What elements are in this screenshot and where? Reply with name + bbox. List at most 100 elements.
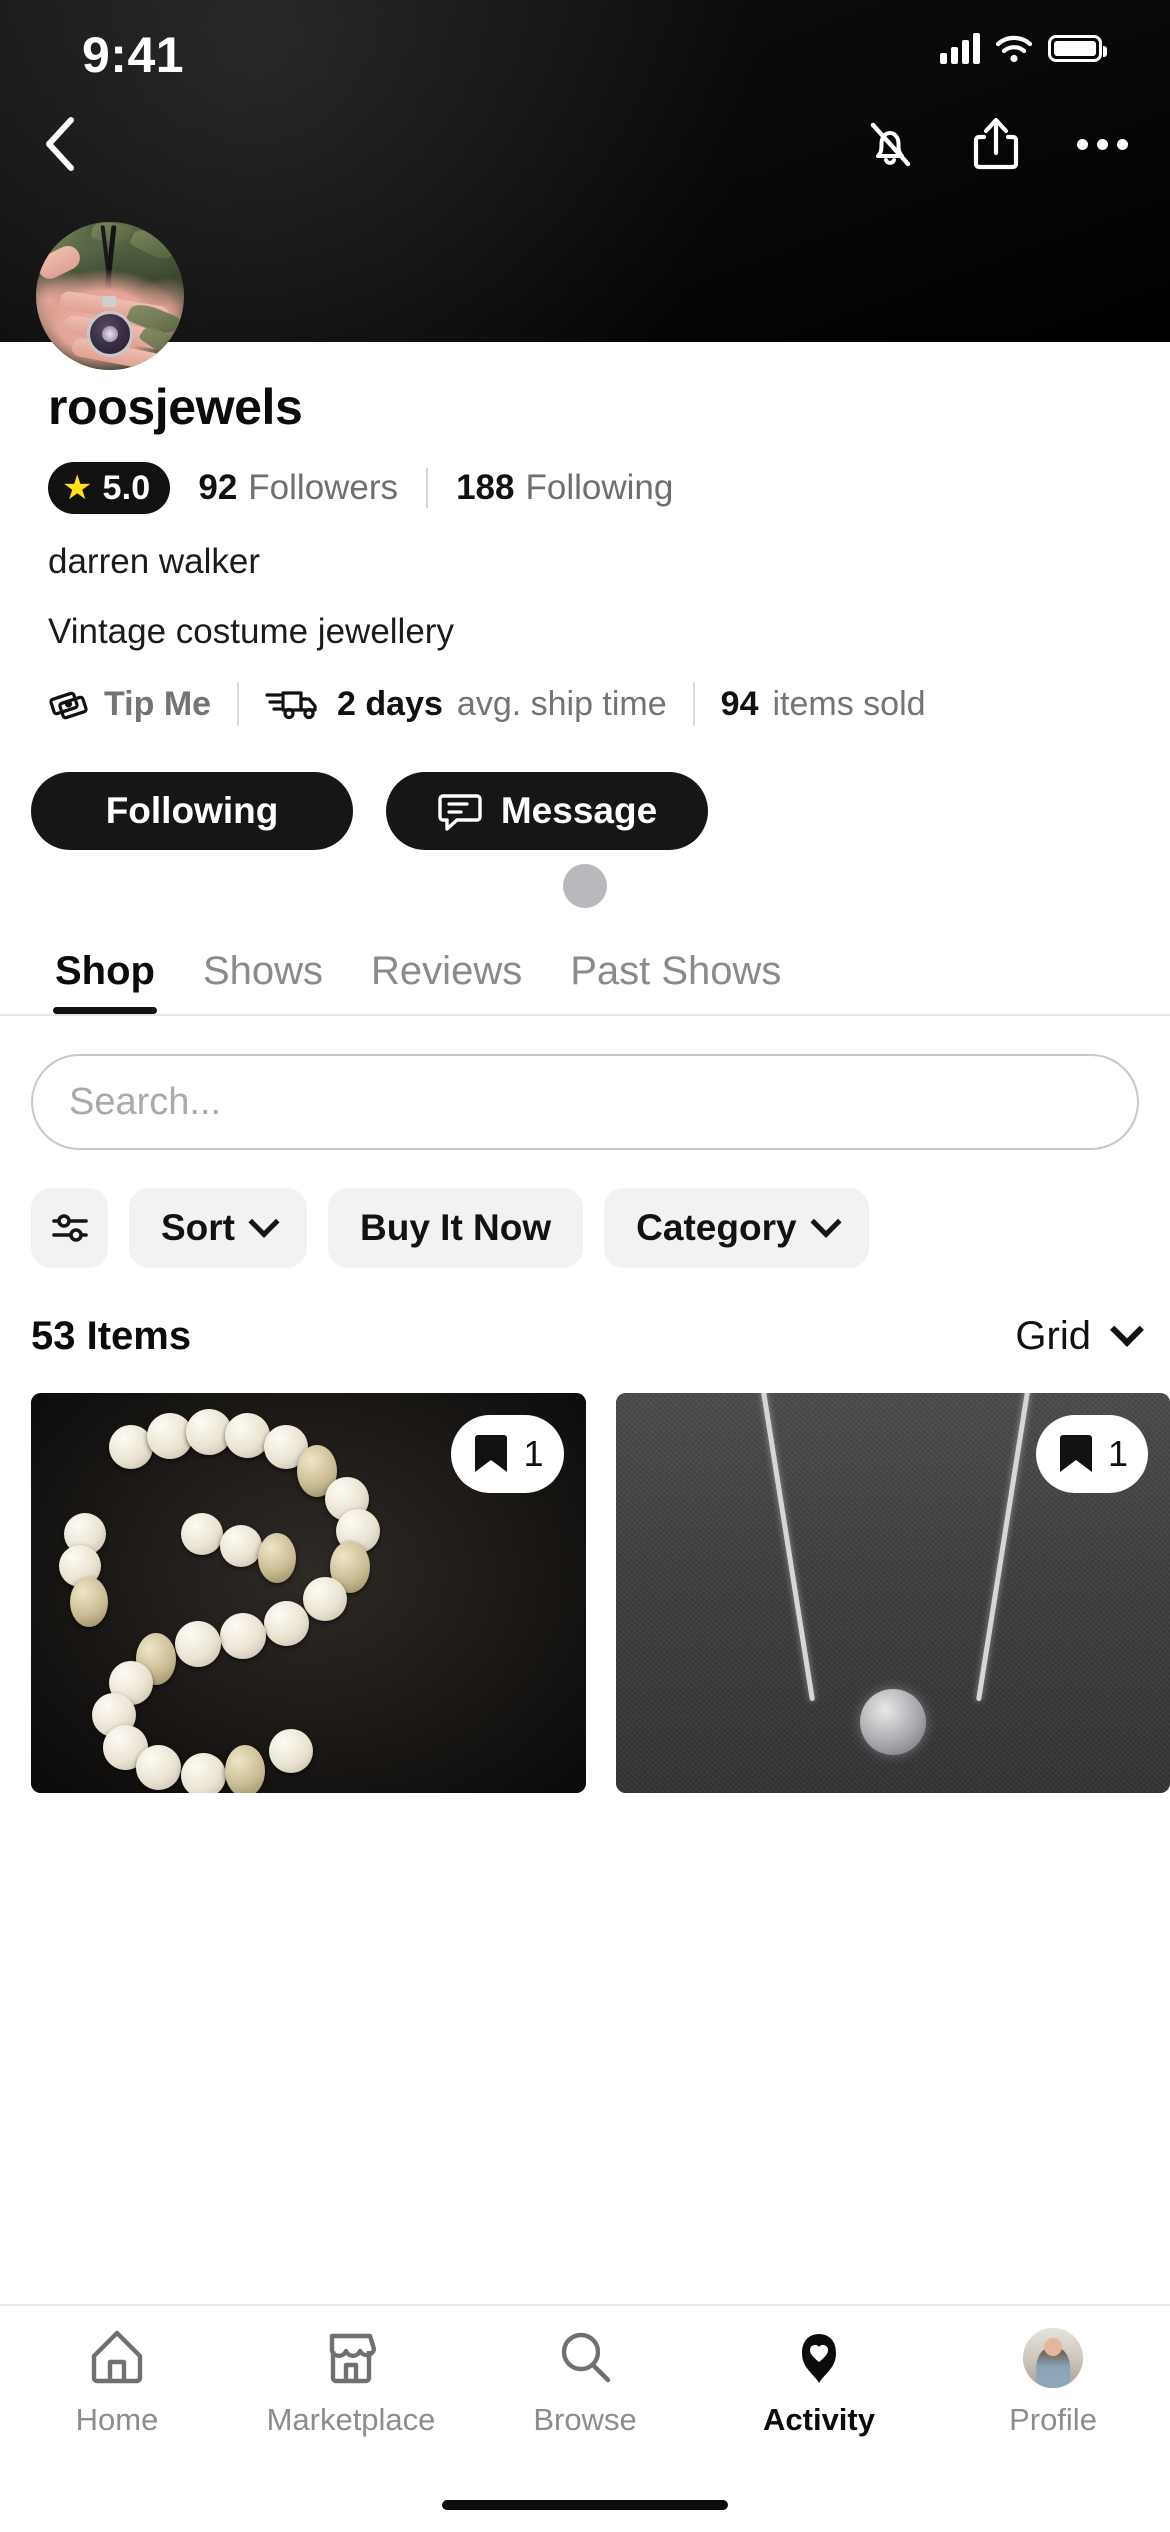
tab-past-shows[interactable]: Past Shows xyxy=(546,949,805,1014)
share-button[interactable] xyxy=(964,112,1028,176)
sort-chip-label: Sort xyxy=(161,1207,235,1248)
ship-time-value: 2 days xyxy=(337,684,443,723)
ship-time-info: 2 days avg. ship time xyxy=(265,684,667,724)
bottom-navigation-bar: Home Marketplace Browse Activity Profile xyxy=(0,2304,1170,2532)
tip-me-button[interactable]: Tip Me xyxy=(48,683,211,725)
bottom-tab-label: Browse xyxy=(533,2402,637,2437)
wifi-icon xyxy=(995,35,1033,63)
storefront-icon xyxy=(320,2322,382,2388)
share-icon xyxy=(973,117,1019,170)
tab-reviews[interactable]: Reviews xyxy=(347,949,546,1014)
message-button[interactable]: Message xyxy=(386,772,708,850)
followers-label: Followers xyxy=(248,468,399,507)
user-avatar-icon xyxy=(1023,2322,1083,2388)
search-icon xyxy=(554,2322,616,2388)
message-button-label: Message xyxy=(500,790,658,831)
seller-real-name: darren walker xyxy=(48,542,261,581)
followers-count: 92 xyxy=(198,468,238,507)
profile-section: roosjewels ★ 5.0 92 Followers 188 Follow… xyxy=(0,342,1170,1793)
profile-stats-row: ★ 5.0 92 Followers 188 Following xyxy=(48,462,1170,514)
buy-it-now-chip[interactable]: Buy It Now xyxy=(328,1188,584,1268)
chat-bubble-icon xyxy=(438,794,482,831)
back-button[interactable] xyxy=(26,108,98,180)
avatar-image xyxy=(36,222,184,370)
chevron-down-icon xyxy=(1110,1312,1144,1347)
search-input[interactable] xyxy=(69,1080,1101,1124)
search-bar[interactable] xyxy=(31,1054,1139,1150)
category-chip-label: Category xyxy=(636,1207,797,1248)
seller-meta-row: Tip Me 2 days avg. ship time 94 items so… xyxy=(48,682,1170,726)
view-mode-label: Grid xyxy=(1015,1314,1091,1358)
home-icon xyxy=(86,2322,148,2388)
items-count: 53 Items xyxy=(31,1314,192,1358)
status-bar-clock: 9:41 xyxy=(82,27,185,83)
back-chevron-icon xyxy=(46,117,74,171)
sort-chip[interactable]: Sort xyxy=(129,1188,307,1268)
tab-shows[interactable]: Shows xyxy=(179,949,347,1014)
bottom-tab-home[interactable]: Home xyxy=(0,2322,234,2466)
heart-pin-icon xyxy=(788,2322,850,2388)
items-sold-label: items sold xyxy=(772,684,926,723)
bottom-tab-bar: Home Marketplace Browse Activity Profile xyxy=(0,2306,1170,2466)
seller-bio: Vintage costume jewellery xyxy=(48,612,454,651)
following-stat[interactable]: 188 Following xyxy=(456,468,673,508)
listing-header: 53 Items Grid xyxy=(31,1312,1144,1359)
buy-it-now-chip-label: Buy It Now xyxy=(360,1207,552,1248)
following-count: 188 xyxy=(456,468,515,507)
tab-shop[interactable]: Shop xyxy=(31,949,179,1014)
save-item-button[interactable]: 1 xyxy=(1035,1415,1148,1493)
followers-stat[interactable]: 92 Followers xyxy=(198,468,398,508)
following-button-label: Following xyxy=(105,790,279,831)
page-title: roosjewels xyxy=(48,379,303,435)
app-screen: 9:41 roosjewels ★ 5.0 92 Followers 188 F… xyxy=(0,0,1170,2532)
bottom-tab-label: Activity xyxy=(763,2402,875,2437)
delivery-truck-icon xyxy=(265,691,317,720)
ship-time-label: avg. ship time xyxy=(456,684,667,723)
more-horizontal-icon xyxy=(1076,138,1128,150)
sheet-drag-handle[interactable] xyxy=(563,864,607,908)
following-button[interactable]: Following xyxy=(31,772,353,850)
category-chip[interactable]: Category xyxy=(604,1188,869,1268)
save-item-button[interactable]: 1 xyxy=(451,1415,564,1493)
sliders-icon xyxy=(51,1214,88,1242)
bottom-tab-label: Profile xyxy=(1009,2402,1097,2437)
status-bar-indicators xyxy=(940,32,1107,64)
tip-me-label: Tip Me xyxy=(104,684,212,723)
save-count: 1 xyxy=(523,1433,544,1474)
status-bar: 9:41 xyxy=(0,0,1170,100)
bell-off-icon xyxy=(870,122,911,167)
product-card[interactable]: 1 xyxy=(615,1393,1170,1793)
items-sold-count: 94 xyxy=(720,684,759,723)
view-mode-selector[interactable]: Grid xyxy=(1015,1312,1144,1359)
tabs-underline xyxy=(0,1014,1170,1016)
bottom-tab-label: Marketplace xyxy=(266,2402,436,2437)
rating-value: 5.0 xyxy=(102,468,151,507)
save-count: 1 xyxy=(1107,1433,1128,1474)
avatar[interactable] xyxy=(36,222,184,370)
rating-badge[interactable]: ★ 5.0 xyxy=(48,462,171,514)
bottom-tab-profile[interactable]: Profile xyxy=(936,2322,1170,2466)
filter-button[interactable] xyxy=(31,1188,108,1268)
meta-divider-2 xyxy=(692,682,695,726)
filter-chips-row: Sort Buy It Now Category xyxy=(31,1188,1170,1268)
star-icon: ★ xyxy=(62,469,93,507)
profile-action-buttons: Following Message xyxy=(31,772,1170,850)
chevron-down-icon xyxy=(248,1206,280,1238)
bottom-tab-marketplace[interactable]: Marketplace xyxy=(234,2322,468,2466)
bottom-tab-browse[interactable]: Browse xyxy=(468,2322,702,2466)
chevron-down-icon xyxy=(810,1206,842,1238)
cellular-bars-icon xyxy=(940,32,980,64)
more-options-button[interactable] xyxy=(1070,112,1134,176)
mute-notifications-button[interactable] xyxy=(858,112,922,176)
battery-full-icon xyxy=(1048,34,1107,62)
following-label: Following xyxy=(525,468,674,507)
bookmark-icon xyxy=(475,1435,508,1472)
product-card[interactable]: 1 xyxy=(31,1393,586,1793)
bottom-tab-label: Home xyxy=(75,2402,159,2437)
stats-divider xyxy=(426,468,429,508)
bottom-tab-activity[interactable]: Activity xyxy=(702,2322,936,2466)
top-navigation-bar xyxy=(0,100,1170,192)
top-nav-actions xyxy=(858,108,1134,180)
items-sold-info: 94 items sold xyxy=(721,685,926,724)
bookmark-icon xyxy=(1059,1435,1092,1472)
